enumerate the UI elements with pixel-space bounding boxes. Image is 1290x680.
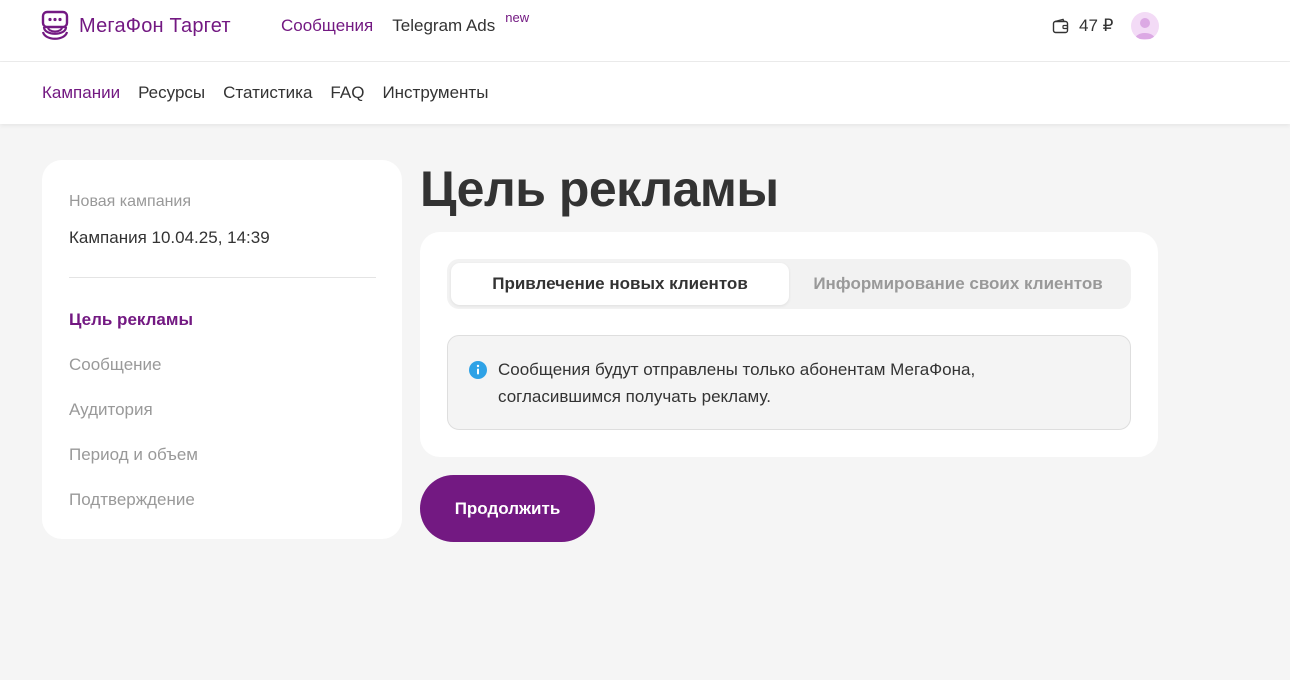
new-badge: new: [505, 10, 530, 25]
top-bar: МегаФон Таргет Сообщения Telegram Ads ne…: [0, 0, 1290, 62]
user-avatar[interactable]: [1131, 12, 1159, 40]
campaign-name: Кампания 10.04.25, 14:39: [69, 228, 270, 247]
user-avatar-icon: [1135, 18, 1155, 39]
subnav-tools[interactable]: Инструменты: [382, 83, 488, 103]
top-nav: Сообщения Telegram Ads new: [281, 10, 529, 36]
subnav-campaigns[interactable]: Кампании: [42, 83, 120, 103]
subnav-statistics[interactable]: Статистика: [223, 83, 312, 103]
info-notice: Сообщения будут отправлены только абонен…: [447, 335, 1131, 430]
tab-inform-clients[interactable]: Информирование своих клиентов: [789, 263, 1127, 305]
section-nav: Кампании Ресурсы Статистика FAQ Инструме…: [42, 83, 506, 103]
goal-card: Привлечение новых клиентов Информировани…: [420, 232, 1158, 457]
logo-text: МегаФон Таргет: [79, 14, 231, 37]
nav-messages[interactable]: Сообщения: [281, 16, 373, 36]
info-icon: [469, 361, 487, 379]
balance-amount: 47 ₽: [1079, 16, 1114, 35]
megafon-logo-icon: [41, 10, 69, 40]
step-message[interactable]: Сообщение: [69, 355, 198, 400]
balance[interactable]: 47 ₽: [1052, 16, 1113, 36]
sub-bar: Кампании Ресурсы Статистика FAQ Инструме…: [0, 62, 1290, 124]
nav-telegram-ads[interactable]: Telegram Ads: [392, 16, 495, 36]
goal-segmented-control: Привлечение новых клиентов Информировани…: [447, 259, 1131, 309]
campaign-steps-card: Новая кампания Кампания 10.04.25, 14:39 …: [42, 160, 402, 539]
subnav-resources[interactable]: Ресурсы: [138, 83, 205, 103]
info-text: Сообщения будут отправлены только абонен…: [498, 360, 976, 406]
step-confirmation[interactable]: Подтверждение: [69, 490, 198, 535]
tab-new-clients[interactable]: Привлечение новых клиентов: [451, 263, 789, 305]
step-goal[interactable]: Цель рекламы: [69, 310, 198, 355]
continue-button[interactable]: Продолжить: [420, 475, 595, 542]
subnav-faq[interactable]: FAQ: [330, 83, 364, 103]
logo-link[interactable]: МегаФон Таргет: [41, 10, 231, 42]
new-campaign-caption: Новая кампания: [69, 193, 192, 210]
page-title: Цель рекламы: [420, 161, 779, 217]
wallet-icon: [1052, 18, 1069, 33]
step-period-volume[interactable]: Период и объем: [69, 445, 198, 490]
divider: [69, 277, 376, 278]
steps-list: Цель рекламы Сообщение Аудитория Период …: [69, 310, 198, 535]
step-audience[interactable]: Аудитория: [69, 400, 198, 445]
